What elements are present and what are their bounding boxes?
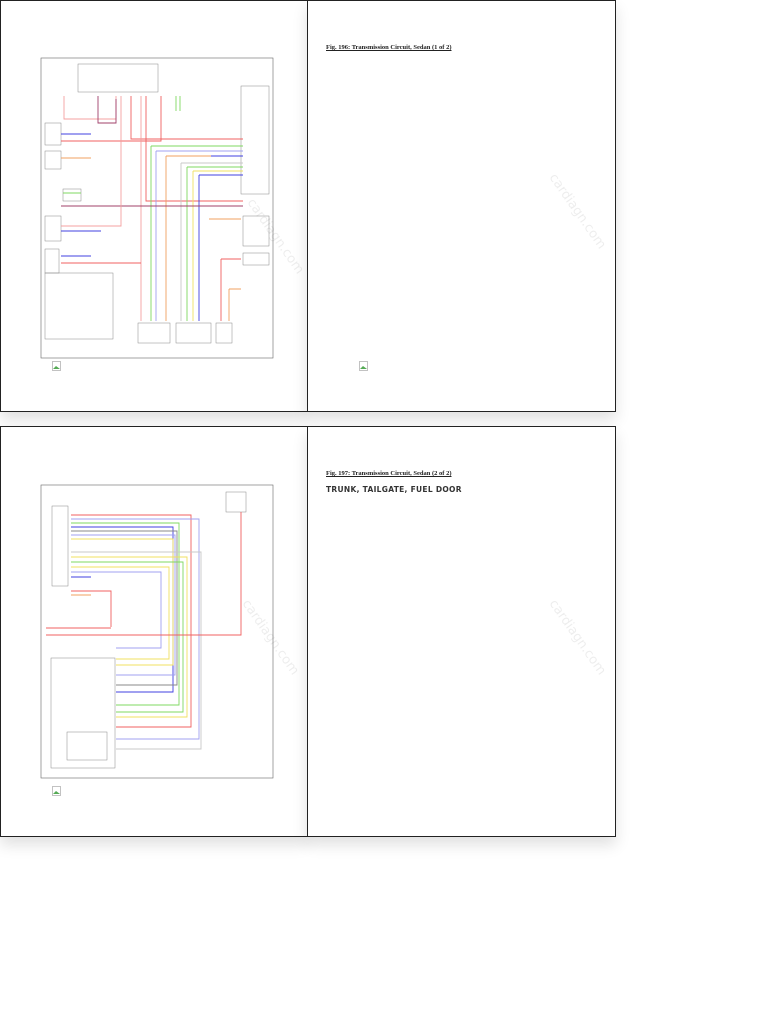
page-2: Fig. 196: Transmission Circuit, Sedan (1… — [307, 0, 616, 412]
figure-caption: Fig. 196: Transmission Circuit, Sedan (1… — [326, 44, 452, 51]
section-heading: TRUNK, TAILGATE, FUEL DOOR — [326, 485, 462, 494]
page-3: cardiagn.com — [0, 426, 308, 837]
broken-image-icon — [359, 361, 368, 371]
broken-image-icon — [52, 786, 61, 796]
watermark: cardiagn.com — [545, 597, 609, 679]
broken-image-icon — [52, 361, 61, 371]
figure-caption: Fig. 197: Transmission Circuit, Sedan (2… — [326, 470, 452, 477]
watermark: cardiagn.com — [545, 171, 609, 253]
page-1: cardiagn.com — [0, 0, 308, 412]
page-4: Fig. 197: Transmission Circuit, Sedan (2… — [307, 426, 616, 837]
